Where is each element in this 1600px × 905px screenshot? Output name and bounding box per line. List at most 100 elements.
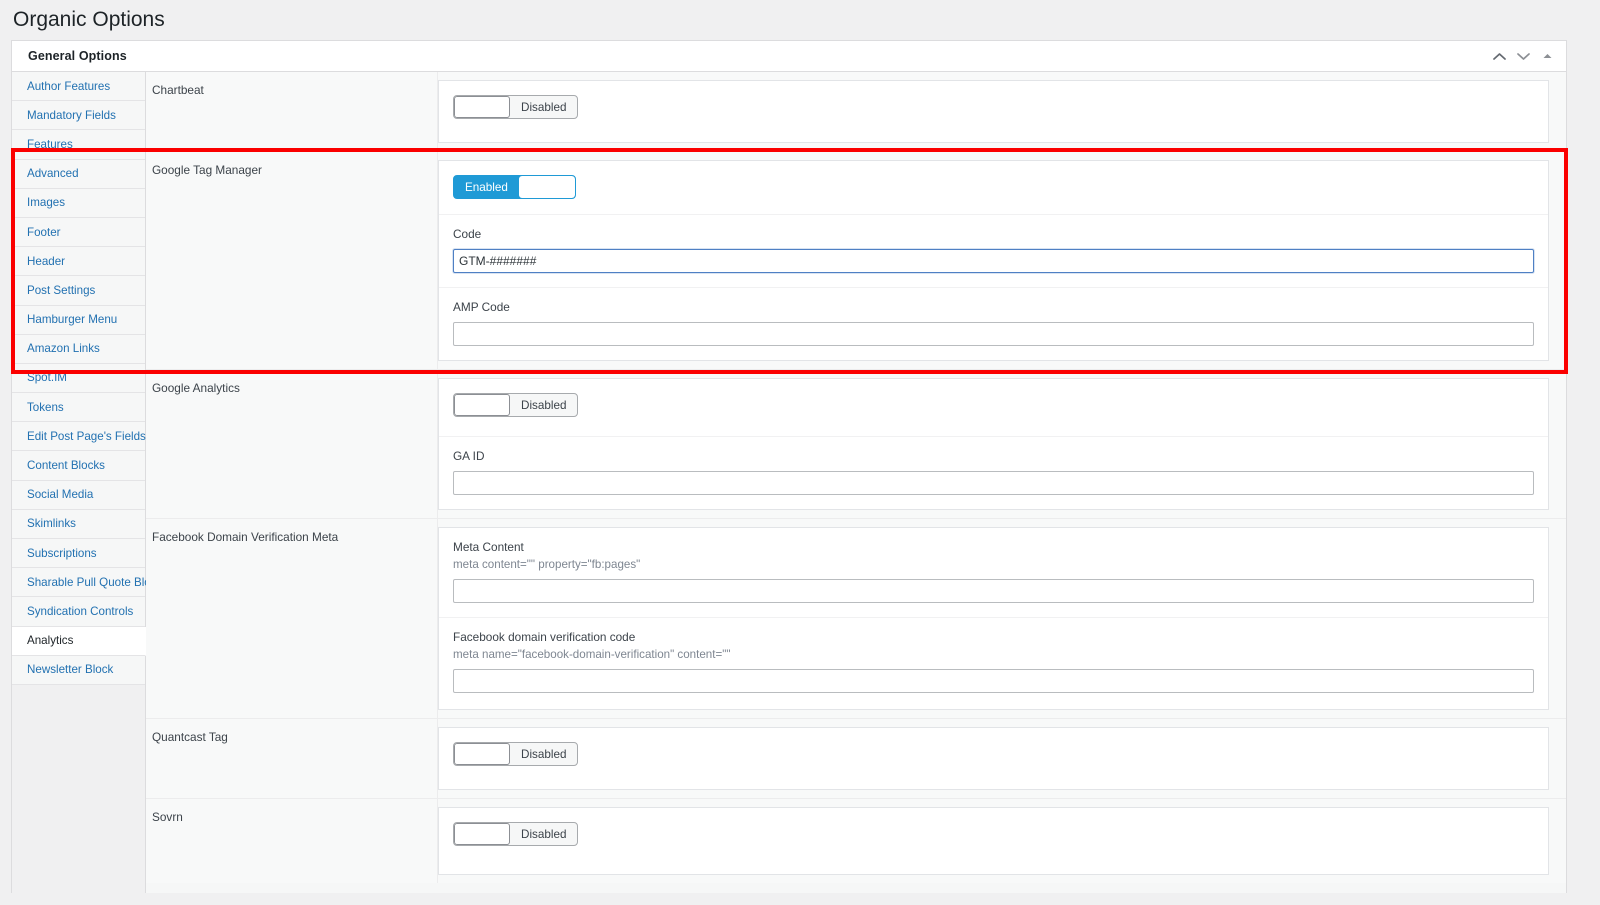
sidebar-item-label: Edit Post Page's Fields xyxy=(27,429,146,443)
sidebar-item-label: Header xyxy=(27,254,66,268)
panel-header: General Options xyxy=(12,41,1566,72)
sidebar-item-label: Mandatory Fields xyxy=(27,108,116,122)
sidebar-item-author-features[interactable]: Author Features xyxy=(12,72,145,102)
sidebar-item-syndication-controls[interactable]: Syndication Controls xyxy=(12,597,145,627)
sidebar-item-label: Spot.IM xyxy=(27,371,67,385)
toggle-quantcast-tag[interactable]: Disabled xyxy=(453,742,579,766)
sidebar-item-subscriptions[interactable]: Subscriptions xyxy=(12,539,145,569)
toggle-row-google-analytics: Disabled xyxy=(439,379,1548,437)
sidebar-item-post-settings[interactable]: Post Settings xyxy=(12,276,145,306)
toggle-google-tag-manager[interactable]: Enabled xyxy=(453,175,576,199)
input-ga-id[interactable] xyxy=(453,471,1534,495)
sidebar-item-spot-im[interactable]: Spot.IM xyxy=(12,363,145,394)
sidebar-item-label: Subscriptions xyxy=(27,546,97,560)
field-row-fb-meta-content: Meta Content meta content="" property="fb… xyxy=(439,528,1548,618)
sidebar-item-label: Social Media xyxy=(27,488,94,502)
sidebar-item-label: Advanced xyxy=(27,167,79,181)
sidebar-item-label: Analytics xyxy=(27,634,74,648)
field-label-fb-domain-verification-code: Facebook domain verification code xyxy=(453,630,636,644)
sidebar-filler xyxy=(12,684,145,893)
toggle-row-sovrn: Disabled xyxy=(439,808,1548,865)
toggle-chartbeat[interactable]: Disabled xyxy=(453,95,579,119)
toggle-row-chartbeat: Disabled xyxy=(439,81,1548,138)
section-label-text: Google Tag Manager xyxy=(152,163,262,177)
field-row-ga-id: GA ID xyxy=(439,437,1548,509)
collapse-down-button[interactable] xyxy=(1512,45,1534,67)
sidebar-item-hamburger-menu[interactable]: Hamburger Menu xyxy=(12,305,145,335)
sidebar-item-label: Content Blocks xyxy=(27,459,105,473)
sidebar-item-label: Images xyxy=(27,196,66,210)
sidebar-item-label: Newsletter Block xyxy=(27,663,114,677)
sidebar-item-mandatory-fields[interactable]: Mandatory Fields xyxy=(12,101,145,131)
sidebar-item-social-media[interactable]: Social Media xyxy=(12,480,145,510)
section-label-google-analytics: Google Analytics xyxy=(146,370,438,518)
panel-header-buttons xyxy=(1488,45,1558,67)
sidebar-item-label: Amazon Links xyxy=(27,342,100,356)
section-panel-chartbeat: Disabled xyxy=(438,80,1549,143)
sidebar-item-features[interactable]: Features xyxy=(12,130,145,160)
sidebar-item-header[interactable]: Header xyxy=(12,247,145,277)
sidebar-item-skimlinks[interactable]: Skimlinks xyxy=(12,509,145,539)
toggle-knob xyxy=(454,96,510,118)
sidebar-item-label: Tokens xyxy=(27,400,64,414)
sidebar-item-label: Syndication Controls xyxy=(27,604,134,618)
field-row-gtm-code: Code xyxy=(439,215,1548,288)
chevron-up-icon xyxy=(1492,52,1506,60)
sidebar-item-sharable-pull-quote-block[interactable]: Sharable Pull Quote Block xyxy=(12,568,162,598)
section-label-google-tag-manager: Google Tag Manager xyxy=(146,152,438,369)
sidebar-item-label: Post Settings xyxy=(27,283,96,297)
toggle-row-google-tag-manager: Enabled xyxy=(439,161,1548,215)
section-panel-sovrn: Disabled xyxy=(438,807,1549,875)
input-fb-domain-verification-code[interactable] xyxy=(453,669,1534,693)
toggle-state-label: Disabled xyxy=(521,100,567,114)
section-label-text: Chartbeat xyxy=(152,83,204,97)
sidebar-item-label: Author Features xyxy=(27,79,111,93)
field-row-gtm-amp-code: AMP Code xyxy=(439,288,1548,360)
field-hint-fb-domain-verification-code: meta name="facebook-domain-verification"… xyxy=(453,648,731,661)
general-options-panel: General Options Author Features Mandatory… xyxy=(11,40,1568,893)
toggle-knob xyxy=(454,823,510,845)
toggle-state-label: Disabled xyxy=(521,747,567,761)
section-panel-quantcast-tag: Disabled xyxy=(438,727,1549,790)
section-label-chartbeat: Chartbeat xyxy=(146,72,438,151)
sidebar-item-tokens[interactable]: Tokens xyxy=(12,393,145,423)
toggle-state-label: Enabled xyxy=(465,180,508,194)
panel-title: General Options xyxy=(28,49,127,63)
toggle-google-analytics[interactable]: Disabled xyxy=(453,393,579,417)
sidebar-item-advanced[interactable]: Advanced xyxy=(12,159,145,189)
section-label-text: Facebook Domain Verification Meta xyxy=(152,530,339,544)
sidebar-item-newsletter-block[interactable]: Newsletter Block xyxy=(12,655,145,685)
section-label-text: Google Analytics xyxy=(152,381,240,395)
input-gtm-amp-code[interactable] xyxy=(453,322,1534,346)
section-chartbeat: Chartbeat Disabled xyxy=(146,72,1566,152)
sidebar-item-analytics[interactable]: Analytics xyxy=(12,626,146,656)
field-label-gtm-code: Code xyxy=(453,227,482,241)
section-google-analytics: Google Analytics Disabled GA ID xyxy=(146,370,1566,519)
section-panel-google-tag-manager: Enabled Code AMP Code xyxy=(438,160,1549,361)
sidebar-item-content-blocks[interactable]: Content Blocks xyxy=(12,451,145,481)
sidebar-item-edit-post-page-s-fields[interactable]: Edit Post Page's Fields xyxy=(12,422,146,452)
toggle-state-label: Disabled xyxy=(521,827,567,841)
toggle-row-quantcast-tag: Disabled xyxy=(439,728,1548,785)
collapse-up-button[interactable] xyxy=(1488,45,1510,67)
sidebar-item-footer[interactable]: Footer xyxy=(12,217,145,248)
settings-sidebar: Author Features Mandatory Fields Features A… xyxy=(12,72,162,893)
toggle-panel-button[interactable] xyxy=(1536,45,1558,67)
input-fb-meta-content[interactable] xyxy=(453,579,1534,603)
settings-content: Chartbeat Disabled Google Tag Manager Enabl… xyxy=(11,72,1568,893)
chevron-down-icon xyxy=(1516,52,1530,60)
sections-list: Chartbeat Disabled Google Tag Manager Enabl… xyxy=(146,72,1566,883)
sidebar-item-label: Sharable Pull Quote Block xyxy=(27,575,163,589)
toggle-knob xyxy=(518,176,575,198)
input-gtm-code[interactable] xyxy=(453,249,1534,273)
field-label-fb-meta-content: Meta Content xyxy=(453,540,524,554)
sidebar-item-amazon-links[interactable]: Amazon Links xyxy=(12,334,145,364)
section-google-tag-manager: Google Tag Manager Enabled Code AMP Code xyxy=(146,152,1566,370)
toggle-knob xyxy=(454,743,510,765)
toggle-state-label: Disabled xyxy=(521,398,567,412)
toggle-sovrn[interactable]: Disabled xyxy=(453,822,579,846)
field-label-gtm-amp-code: AMP Code xyxy=(453,300,510,314)
sidebar-item-images[interactable]: Images xyxy=(12,188,145,218)
triangle-up-icon xyxy=(1543,54,1551,58)
toggle-knob xyxy=(454,394,510,416)
